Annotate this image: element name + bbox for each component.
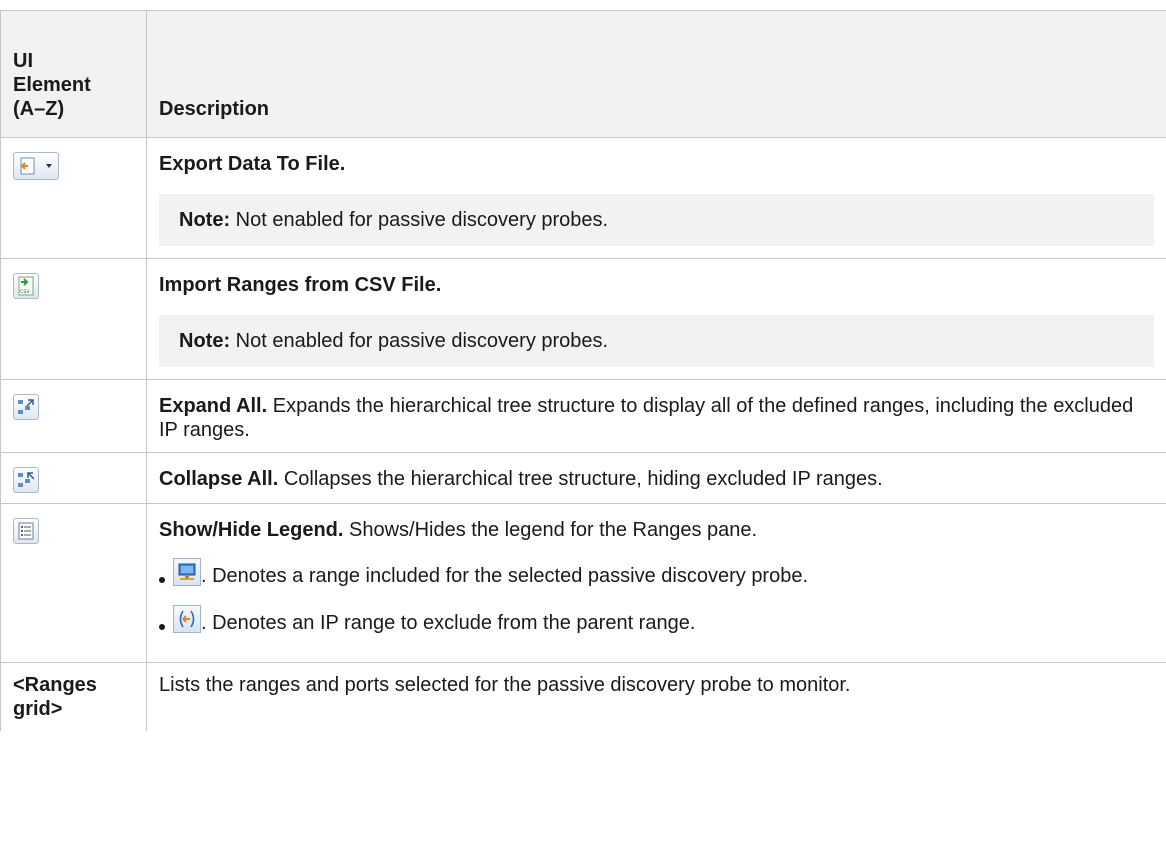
ui-elements-table-wrapper: UI Element (A–Z) Description Export Data… xyxy=(0,10,1166,731)
ui-element-cell: <Ranges grid> xyxy=(0,662,147,731)
note-label: Note: xyxy=(179,330,231,352)
table-row: Export Data To File. Note: Not enabled f… xyxy=(0,137,1166,259)
ui-element-cell: csv xyxy=(0,258,147,380)
table-header-row: UI Element (A–Z) Description xyxy=(0,10,1166,138)
table-row: <Ranges grid> Lists the ranges and ports… xyxy=(0,662,1166,731)
collapse-all-icon xyxy=(18,472,35,487)
header-description: Description xyxy=(146,10,1166,138)
bullet-text: . Denotes an IP range to exclude from th… xyxy=(201,612,696,634)
row-title: Expand All. xyxy=(159,395,268,417)
row-title: Show/Hide Legend. xyxy=(159,519,344,541)
export-data-icon xyxy=(20,157,35,175)
included-range-icon xyxy=(173,558,201,586)
show-hide-legend-button[interactable] xyxy=(13,518,39,544)
expand-all-icon xyxy=(18,399,34,414)
export-data-button[interactable] xyxy=(13,152,59,180)
expand-all-button[interactable] xyxy=(13,394,39,420)
row-text: Lists the ranges and ports selected for … xyxy=(159,674,851,696)
bullet-text: . Denotes a range included for the selec… xyxy=(201,565,809,587)
header-ui-element-line2: Element xyxy=(13,74,91,96)
collapse-all-button[interactable] xyxy=(13,467,39,493)
header-ui-element-line3: (A–Z) xyxy=(13,98,65,120)
note-box: Note: Not enabled for passive discovery … xyxy=(159,194,1154,246)
row-text: Expands the hierarchical tree structure … xyxy=(159,395,1134,441)
ui-element-cell xyxy=(0,137,147,259)
ui-elements-table: UI Element (A–Z) Description Export Data… xyxy=(0,10,1166,731)
description-cell: Show/Hide Legend. Shows/Hides the legend… xyxy=(146,503,1166,663)
note-box: Note: Not enabled for passive discovery … xyxy=(159,315,1154,367)
ui-element-cell xyxy=(0,379,147,453)
table-row: Collapse All. Collapses the hierarchical… xyxy=(0,452,1166,504)
import-csv-icon: csv xyxy=(18,276,34,296)
description-cell: Collapse All. Collapses the hierarchical… xyxy=(146,452,1166,504)
legend-icon xyxy=(18,522,34,540)
note-label: Note: xyxy=(179,209,231,231)
row-title: Collapse All. xyxy=(159,468,279,490)
chevron-down-icon xyxy=(46,164,52,168)
ui-element-cell xyxy=(0,452,147,504)
header-ui-element-line1: UI xyxy=(13,50,33,72)
table-row: Expand All. Expands the hierarchical tre… xyxy=(0,379,1166,453)
description-cell: Import Ranges from CSV File. Note: Not e… xyxy=(146,258,1166,380)
description-cell: Lists the ranges and ports selected for … xyxy=(146,662,1166,731)
ranges-grid-label-line2: grid> xyxy=(13,698,63,720)
table-row: csv Import Ranges from CSV File. Note: N… xyxy=(0,258,1166,380)
ranges-grid-label-line1: <Ranges xyxy=(13,674,97,696)
list-item: . Denotes a range included for the selec… xyxy=(159,558,1154,591)
header-ui-element: UI Element (A–Z) xyxy=(0,10,147,138)
note-text: Not enabled for passive discovery probes… xyxy=(230,330,609,352)
row-title: Import Ranges from CSV File. xyxy=(159,274,442,296)
note-text: Not enabled for passive discovery probes… xyxy=(230,209,609,231)
ui-element-cell xyxy=(0,503,147,663)
import-csv-button[interactable]: csv xyxy=(13,273,39,299)
description-cell: Export Data To File. Note: Not enabled f… xyxy=(146,137,1166,259)
row-text: Collapses the hierarchical tree structur… xyxy=(278,468,883,490)
excluded-range-icon xyxy=(173,605,201,633)
row-text: Shows/Hides the legend for the Ranges pa… xyxy=(343,519,758,541)
description-cell: Expand All. Expands the hierarchical tre… xyxy=(146,379,1166,453)
legend-list: . Denotes a range included for the selec… xyxy=(159,558,1154,638)
table-row: Show/Hide Legend. Shows/Hides the legend… xyxy=(0,503,1166,663)
list-item: . Denotes an IP range to exclude from th… xyxy=(159,605,1154,638)
row-title: Export Data To File. xyxy=(159,153,346,175)
svg-text:csv: csv xyxy=(20,288,30,295)
